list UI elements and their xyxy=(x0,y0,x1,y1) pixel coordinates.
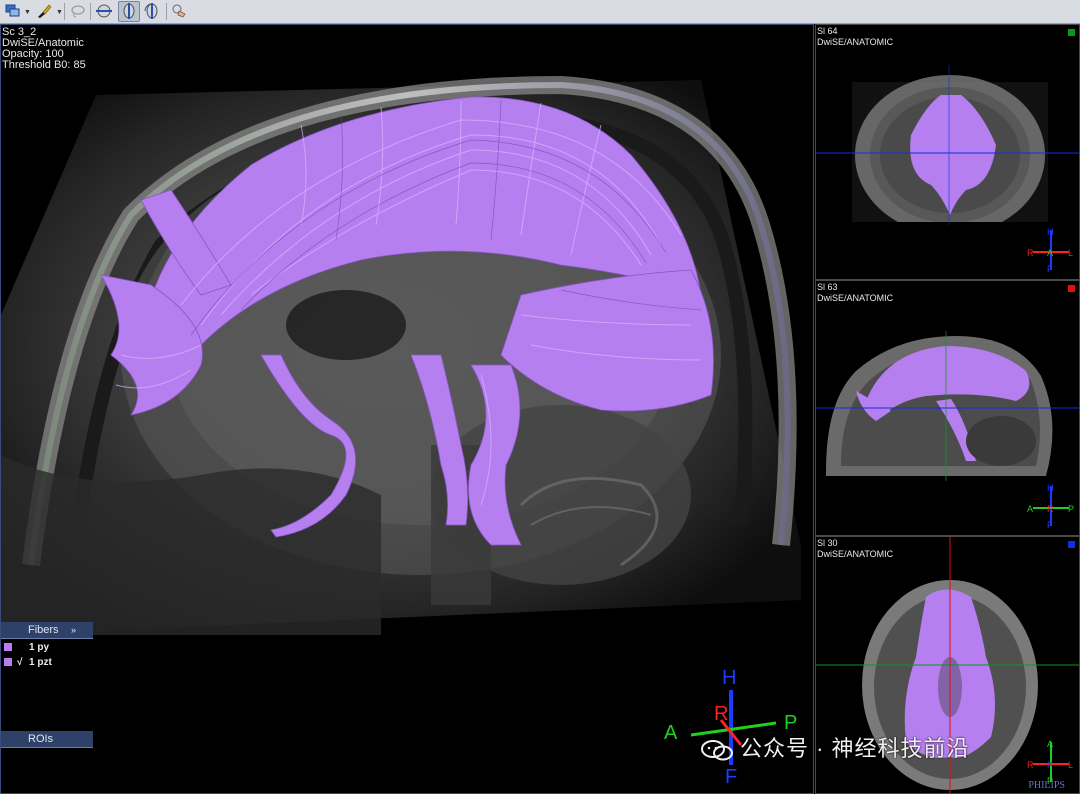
hand-pointer-icon[interactable] xyxy=(170,2,190,20)
fiber-label: 1 py xyxy=(29,642,50,653)
series-name: DwiSE/ANATOMIC xyxy=(817,293,894,303)
axis-label-bottom: F xyxy=(1047,264,1053,274)
fibers-tab-label: Fibers xyxy=(28,624,59,636)
expand-chevron-icon[interactable]: » xyxy=(71,622,76,639)
axis-label-bottom: F xyxy=(725,766,738,788)
coronal-view[interactable]: Sl 64 DwiSE/ANATOMIC H F R L A xyxy=(815,24,1080,280)
axis-label-left: R xyxy=(1027,760,1034,770)
axis-label-left: A xyxy=(664,722,678,744)
series-name: DwiSE/ANATOMIC xyxy=(817,37,894,47)
toolbar: ▼ ▼ xyxy=(0,0,1080,24)
view-marker-red xyxy=(1068,285,1075,292)
axis-label-center: R xyxy=(1047,504,1054,514)
axis-label-top: H xyxy=(1047,483,1054,493)
axis-label-center: R xyxy=(714,703,729,725)
layout-dropdown-icon[interactable]: ▼ xyxy=(24,9,31,16)
axis-label-top: H xyxy=(722,667,737,689)
axis-label-right: L xyxy=(1068,760,1074,770)
axis-label-center: A xyxy=(1047,248,1054,258)
fiber-item[interactable]: √ 1 pzt xyxy=(4,657,52,669)
view-marker-blue xyxy=(1068,541,1075,548)
axis-label-right: P xyxy=(784,712,798,734)
lasso-icon[interactable] xyxy=(68,2,88,20)
wechat-icon xyxy=(701,740,733,761)
rois-tab-label: ROIs xyxy=(28,733,54,745)
slice-number: Sl 64 xyxy=(817,26,838,36)
axis-label-right: P xyxy=(1068,504,1075,514)
main-3d-view[interactable]: Sc 3_2 DwiSE/Anatomic Opacity: 100 Thres… xyxy=(0,24,814,794)
slice-number: Sl 30 xyxy=(817,538,838,548)
axis-label-right: L xyxy=(1068,248,1074,258)
watermark: 公众号 · 神经科技前沿 xyxy=(700,736,970,762)
rotate-icon[interactable] xyxy=(142,2,162,20)
fiber-color-swatch[interactable] xyxy=(4,658,12,667)
axis-label-left: A xyxy=(1027,504,1034,514)
slice-plane-icon[interactable] xyxy=(94,2,114,20)
view-marker-green xyxy=(1068,29,1075,36)
fibers-tab[interactable]: Fibers » xyxy=(1,622,93,639)
axis-label-center: F xyxy=(1047,760,1053,770)
slice-number: Sl 63 xyxy=(817,282,838,292)
sagittal-view[interactable]: Sl 63 DwiSE/ANATOMIC H F A P R xyxy=(815,280,1080,536)
fiber-item[interactable]: 1 py xyxy=(4,642,49,654)
fiber-label: 1 pzt xyxy=(29,657,52,668)
layout-icon[interactable] xyxy=(3,2,23,20)
fiber-color-swatch[interactable] xyxy=(4,643,12,652)
brush-icon[interactable] xyxy=(34,2,54,20)
axis-label-top: A xyxy=(1047,739,1054,749)
axis-label-top: H xyxy=(1047,227,1054,237)
series-name: DwiSE/ANATOMIC xyxy=(817,549,894,559)
axis-label-bottom: F xyxy=(1047,520,1053,530)
fiber-visibility-check[interactable]: √ xyxy=(17,657,29,668)
threshold-label: Threshold B0: 85 xyxy=(2,59,86,71)
axis-label-left: R xyxy=(1027,248,1034,258)
watermark-text: 公众号 · 神经科技前沿 xyxy=(740,736,970,761)
sagittal-plane-icon[interactable] xyxy=(118,1,140,22)
brand-logo: PHILIPS xyxy=(1028,780,1065,791)
rois-tab[interactable]: ROIs xyxy=(1,731,93,748)
brush-dropdown-icon[interactable]: ▼ xyxy=(56,9,63,16)
